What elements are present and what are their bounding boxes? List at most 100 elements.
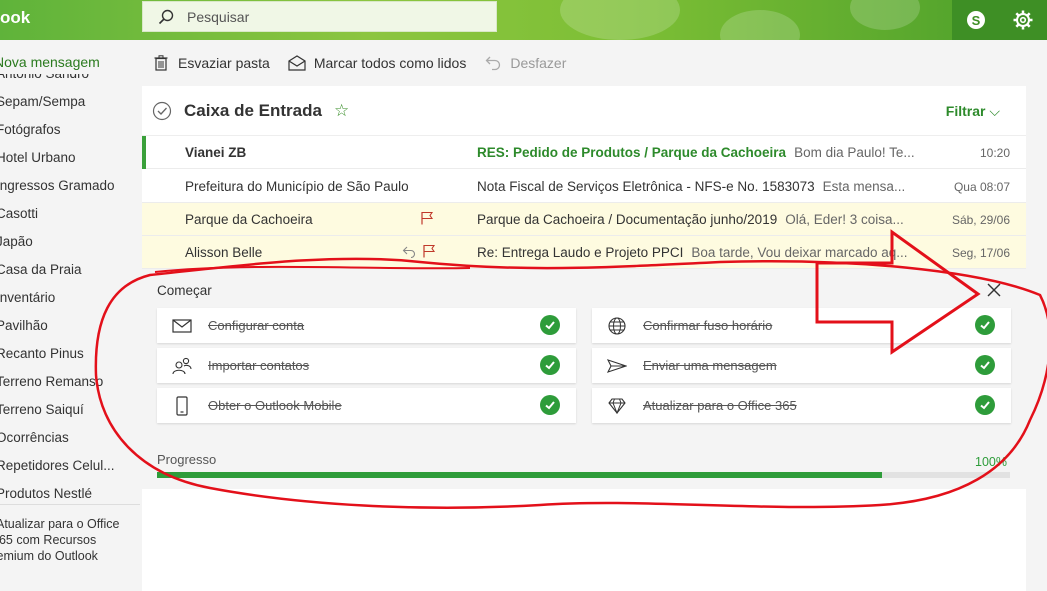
task-upgrade-office365[interactable]: Atualizar para o Office 365 bbox=[592, 388, 1011, 423]
open-envelope-icon bbox=[288, 54, 306, 72]
progress-fill bbox=[157, 472, 883, 478]
folder-item[interactable]: Ocorrências bbox=[0, 424, 136, 452]
upgrade-line: Atualizar para o Office bbox=[0, 517, 120, 531]
favorite-star-icon[interactable]: ☆ bbox=[334, 101, 349, 121]
checkmark-icon bbox=[975, 315, 995, 335]
select-all-checkbox-icon[interactable] bbox=[152, 101, 172, 121]
diamond-icon bbox=[607, 396, 627, 416]
message-time: 10:20 bbox=[979, 146, 1010, 160]
filter-button[interactable]: Filtrar ⌵ bbox=[946, 103, 1000, 120]
folder-item[interactable]: Recanto Pinus bbox=[0, 340, 136, 368]
folder-item[interactable]: Fotógrafos bbox=[0, 116, 136, 144]
message-time: Sáb, 29/06 bbox=[951, 213, 1010, 227]
message-subject: Parque da Cachoeira / Documentação junho… bbox=[477, 212, 778, 227]
svg-text:S: S bbox=[971, 13, 980, 28]
replied-icon bbox=[402, 244, 416, 261]
message-pane: Caixa de Entrada ☆ Filtrar ⌵ Vianei ZB R… bbox=[142, 86, 1026, 591]
progress-label: Progresso bbox=[157, 452, 217, 467]
message-time: Seg, 17/06 bbox=[951, 246, 1010, 260]
upgrade-line: 365 com Recursos bbox=[0, 533, 97, 547]
getting-started-panel: Começar Configurar conta Confirmar fuso … bbox=[142, 269, 1026, 489]
message-subject-line: Nota Fiscal de Serviços Eletrônica - NFS… bbox=[477, 179, 969, 194]
flag-icon[interactable] bbox=[422, 244, 436, 261]
command-toolbar: Esvaziar pasta Marcar todos como lidos D… bbox=[142, 40, 1047, 86]
message-time: Qua 08:07 bbox=[953, 180, 1010, 194]
message-row[interactable]: Parque da Cachoeira Parque da Cachoeira … bbox=[142, 203, 1026, 236]
folder-item[interactable]: Hotel Urbano bbox=[0, 144, 136, 172]
checkmark-icon bbox=[540, 355, 560, 375]
search-box[interactable]: Pesquisar bbox=[142, 1, 497, 32]
filter-label: Filtrar bbox=[945, 103, 986, 119]
task-get-outlook-mobile[interactable]: Obter o Outlook Mobile bbox=[157, 388, 576, 423]
task-send-message[interactable]: Enviar uma mensagem bbox=[592, 348, 1011, 383]
folder-item[interactable]: Casotti bbox=[0, 200, 136, 228]
upgrade-line: Premium do Outlook bbox=[0, 549, 98, 563]
mark-all-read-label: Marcar todos como lidos bbox=[313, 55, 467, 71]
task-label: Importar contatos bbox=[208, 358, 310, 373]
task-import-contacts[interactable]: Importar contatos bbox=[157, 348, 576, 383]
progress-bar bbox=[157, 472, 1010, 478]
message-preview: Bom dia Paulo! Te... bbox=[794, 145, 915, 160]
message-sender: Parque da Cachoeira bbox=[185, 212, 313, 227]
inbox-header: Caixa de Entrada ☆ Filtrar ⌵ bbox=[142, 86, 1026, 136]
message-row[interactable]: Prefeitura do Município de São Paulo Not… bbox=[142, 170, 1026, 203]
checkmark-icon bbox=[540, 315, 560, 335]
task-label: Enviar uma mensagem bbox=[643, 358, 777, 373]
task-label: Configurar conta bbox=[208, 318, 305, 333]
row-icons bbox=[402, 244, 436, 261]
folder-item[interactable]: Ingressos Gramado bbox=[0, 172, 136, 200]
checkmark-icon bbox=[975, 355, 995, 375]
folder-item[interactable]: Japão bbox=[0, 228, 136, 256]
message-subject-line: Parque da Cachoeira / Documentação junho… bbox=[477, 212, 969, 227]
skype-icon[interactable]: S bbox=[963, 7, 989, 33]
selection-indicator bbox=[142, 136, 146, 169]
folder-item[interactable]: Terreno Saiquí bbox=[0, 396, 136, 424]
top-header: ook Pesquisar S bbox=[0, 0, 1047, 40]
message-subject: RES: Pedido de Produtos / Parque da Cach… bbox=[477, 145, 787, 160]
folder-item[interactable]: Pavilhão bbox=[0, 312, 136, 340]
upgrade-office-link[interactable]: Atualizar para o Office 365 com Recursos… bbox=[0, 516, 119, 564]
people-icon bbox=[172, 356, 192, 376]
task-configure-account[interactable]: Configurar conta bbox=[157, 308, 576, 343]
folder-item[interactable]: Antonio Sandro bbox=[0, 74, 136, 88]
task-confirm-timezone[interactable]: Confirmar fuso horário bbox=[592, 308, 1011, 343]
message-subject-line: Re: Entrega Laudo e Projeto PPCI Boa tard… bbox=[477, 245, 969, 260]
message-sender: Alisson Belle bbox=[185, 245, 263, 260]
close-icon[interactable] bbox=[984, 280, 1004, 300]
message-subject-line: RES: Pedido de Produtos / Parque da Cach… bbox=[477, 145, 969, 160]
message-preview: Olá, Eder! 3 coisa... bbox=[785, 212, 904, 227]
folder-item[interactable]: Sepam/Sempa bbox=[0, 88, 136, 116]
send-icon bbox=[607, 356, 627, 376]
message-sender: Vianei ZB bbox=[185, 145, 247, 160]
mail-icon bbox=[172, 316, 192, 336]
settings-gear-icon[interactable] bbox=[1010, 7, 1036, 33]
message-preview: Boa tarde, Vou deixar marcado aq... bbox=[691, 245, 908, 260]
folder-item[interactable]: Casa da Praia bbox=[0, 256, 136, 284]
task-label: Atualizar para o Office 365 bbox=[643, 398, 797, 413]
message-row[interactable]: Alisson Belle Re: Entrega Laudo e Projet… bbox=[142, 236, 1026, 269]
undo-button[interactable]: Desfazer bbox=[484, 54, 566, 72]
new-message-button[interactable]: Nova mensagem bbox=[0, 54, 100, 70]
undo-icon bbox=[484, 54, 502, 72]
folder-item[interactable]: Inventário bbox=[0, 284, 136, 312]
flag-icon[interactable] bbox=[420, 211, 434, 228]
folder-item[interactable]: Repetidores Celul... bbox=[0, 452, 136, 480]
row-icons bbox=[420, 211, 434, 228]
empty-folder-button[interactable]: Esvaziar pasta bbox=[152, 54, 270, 72]
search-icon bbox=[157, 8, 175, 26]
globe-icon bbox=[607, 316, 627, 336]
phone-icon bbox=[172, 396, 192, 416]
nav-divider bbox=[0, 504, 140, 505]
folder-item[interactable]: Terreno Remanso bbox=[0, 368, 136, 396]
message-row[interactable]: Vianei ZB RES: Pedido de Produtos / Parq… bbox=[142, 136, 1026, 169]
app-name[interactable]: ook bbox=[0, 8, 30, 28]
message-preview: Esta mensa... bbox=[822, 179, 906, 194]
header-actions: S bbox=[952, 0, 1047, 40]
left-nav: Nova mensagem Antonio Sandro Sepam/Sempa… bbox=[0, 40, 140, 591]
message-subject: Re: Entrega Laudo e Projeto PPCI bbox=[477, 245, 684, 260]
undo-label: Desfazer bbox=[510, 55, 567, 71]
empty-folder-label: Esvaziar pasta bbox=[178, 55, 270, 71]
chevron-down-icon: ⌵ bbox=[989, 103, 1000, 119]
search-input[interactable]: Pesquisar bbox=[187, 9, 249, 25]
mark-all-read-button[interactable]: Marcar todos como lidos bbox=[288, 54, 467, 72]
